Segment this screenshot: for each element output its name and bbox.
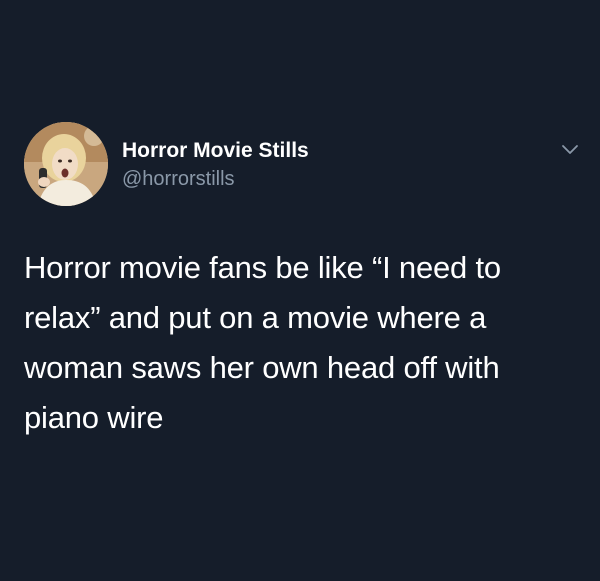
tweet-header: Horror Movie Stills @horrorstills [24,122,580,212]
tweet-text: Horror movie fans be like “I need to rel… [24,250,501,435]
chevron-down-icon[interactable] [560,140,580,160]
author-names: Horror Movie Stills @horrorstills [122,138,309,192]
handle[interactable]: @horrorstills [122,166,309,192]
avatar[interactable] [24,122,108,206]
profile-photo [24,122,108,206]
tweet-card: Horror Movie Stills @horrorstills Horror… [0,0,600,581]
display-name[interactable]: Horror Movie Stills [122,138,309,164]
